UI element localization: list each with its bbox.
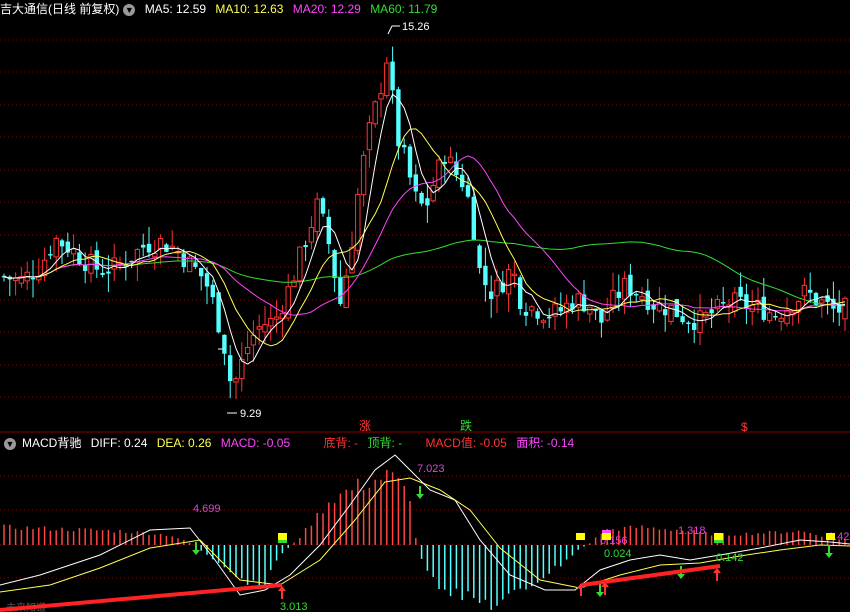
candlesticks <box>1 46 848 400</box>
price-high-label: 15.26 <box>402 21 430 33</box>
moving-average-lines <box>3 93 846 365</box>
macd-title: MACD背驰 <box>22 436 82 450</box>
macd-value-label: 1.318 <box>678 525 706 537</box>
diff-label: DIFF: 0.24 <box>90 436 148 450</box>
chevron-down-icon[interactable]: ▼ <box>4 437 16 450</box>
dollar-marker: $ <box>741 420 748 434</box>
chart-canvas[interactable]: 15.26 9.29 涨 跌 $ 4.699 7.023 1.318 1.42 … <box>0 0 850 612</box>
fall-marker: 跌 <box>460 418 472 433</box>
stock-chart-window: 吉大通信(日线 前复权) ▼ MA5: 12.59 MA10: 12.63 MA2… <box>0 0 850 612</box>
macd-value-label: 7.023 <box>417 463 445 475</box>
area-label: 面积: -0.14 <box>516 436 575 450</box>
signal-arrows <box>192 486 833 599</box>
divergence-trendline <box>0 583 283 612</box>
rise-marker: 涨 <box>359 418 371 433</box>
price-low-marker: 9.29 <box>227 408 261 420</box>
macd-value-label: 3.013 <box>280 601 308 612</box>
macd-value-label: 0.024 <box>604 548 632 560</box>
top-divergence-label: 顶背: - <box>367 436 403 450</box>
bottom-divergence-label: 底背: - <box>323 436 359 450</box>
macd-lines <box>0 454 850 596</box>
macd-value-label: 4.699 <box>193 503 221 515</box>
price-low-label: 9.29 <box>240 408 261 420</box>
price-high-marker: 15.26 <box>387 21 430 35</box>
dea-label: DEA: 0.26 <box>156 436 212 450</box>
macd-value-label: 0.142 <box>716 552 744 564</box>
macd-legend: ▼ MACD背驰 DIFF: 0.24 DEA: 0.26 MACD: -0.05… <box>0 434 850 452</box>
macd-value-label: MACD值: -0.05 <box>425 436 507 450</box>
macd-label: MACD: -0.05 <box>220 436 291 450</box>
